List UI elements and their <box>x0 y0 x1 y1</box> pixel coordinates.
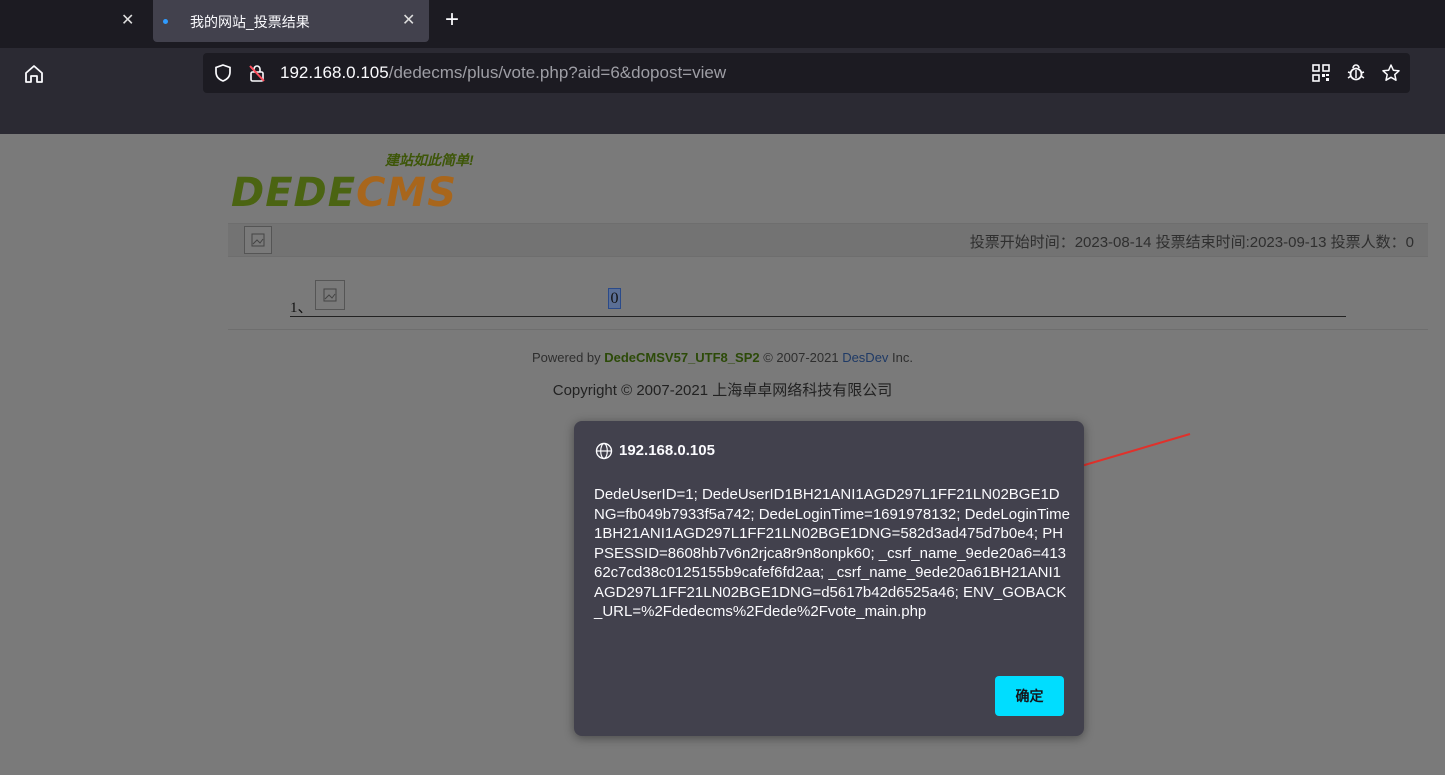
tab-inactive[interactable]: ✕ <box>0 0 150 42</box>
divider <box>228 329 1428 330</box>
url-host: 192.168.0.105 <box>280 63 389 82</box>
powered-dev-link[interactable]: DesDev <box>842 350 888 365</box>
shield-icon[interactable] <box>213 63 233 83</box>
url-text[interactable]: 192.168.0.105/dedecms/plus/vote.php?aid=… <box>280 63 726 83</box>
tab-loading-dot <box>163 19 168 24</box>
logo-wordmark: DEDECMS <box>231 170 457 216</box>
dialog-host: 192.168.0.105 <box>619 442 715 459</box>
alert-dialog: 192.168.0.105 DedeUserID=1; DedeUserID1B… <box>574 421 1084 736</box>
plus-icon[interactable]: + <box>445 8 459 32</box>
row-vote-count: 0 <box>608 288 621 309</box>
powered-suffix: Inc. <box>888 350 914 365</box>
url-path: /dedecms/plus/vote.php?aid=6&dopost=view <box>388 63 727 82</box>
bug-icon[interactable] <box>1346 63 1366 83</box>
insecure-lock-icon[interactable] <box>247 63 267 83</box>
powered-mid: © 2007-2021 <box>759 350 843 365</box>
powered-by: Powered by DedeCMSV57_UTF8_SP2 © 2007-20… <box>0 350 1445 365</box>
tab-bar: ✕ 我的网站_投票结果 ✕ + <box>0 0 1445 48</box>
home-icon[interactable] <box>22 62 46 86</box>
vote-info-bar: 投票开始时间：2023-08-14 投票结束时间:2023-09-13 投票人数… <box>228 223 1428 257</box>
row-index: 1、 <box>290 300 313 316</box>
dedecms-logo[interactable]: 建站如此简单! DEDECMS <box>231 150 496 216</box>
url-bar[interactable]: 192.168.0.105/dedecms/plus/vote.php?aid=… <box>203 53 1410 93</box>
close-icon[interactable]: ✕ <box>402 13 415 29</box>
tab-title: 我的网站_投票结果 <box>190 14 310 30</box>
copyright-text: Copyright © 2007-2021 上海卓卓网络科技有限公司 <box>552 382 893 399</box>
broken-image-icon <box>244 226 272 254</box>
vote-result-row: 1、 0 <box>290 280 1346 317</box>
close-icon[interactable]: ✕ <box>121 13 134 29</box>
dialog-message: DedeUserID=1; DedeUserID1BH21ANI1AGD297L… <box>594 486 1070 620</box>
logo-text-dede: DEDE <box>231 170 357 216</box>
broken-image-icon <box>315 280 345 310</box>
tab-active[interactable]: 我的网站_投票结果 ✕ <box>153 0 429 42</box>
powered-product-link[interactable]: DedeCMSV57_UTF8_SP2 <box>604 350 759 365</box>
ok-button[interactable]: 确定 <box>995 676 1064 716</box>
qr-code-icon[interactable] <box>1311 63 1331 83</box>
globe-icon <box>595 442 613 460</box>
logo-slogan: 建站如此简单! <box>385 152 474 168</box>
star-icon[interactable] <box>1381 63 1401 83</box>
powered-prefix: Powered by <box>531 350 605 365</box>
vote-info-text: 投票开始时间：2023-08-14 投票结束时间:2023-09-13 投票人数… <box>969 234 1414 251</box>
nav-bar: 192.168.0.105/dedecms/plus/vote.php?aid=… <box>0 48 1445 134</box>
logo-text-cms: CMS <box>356 170 458 216</box>
